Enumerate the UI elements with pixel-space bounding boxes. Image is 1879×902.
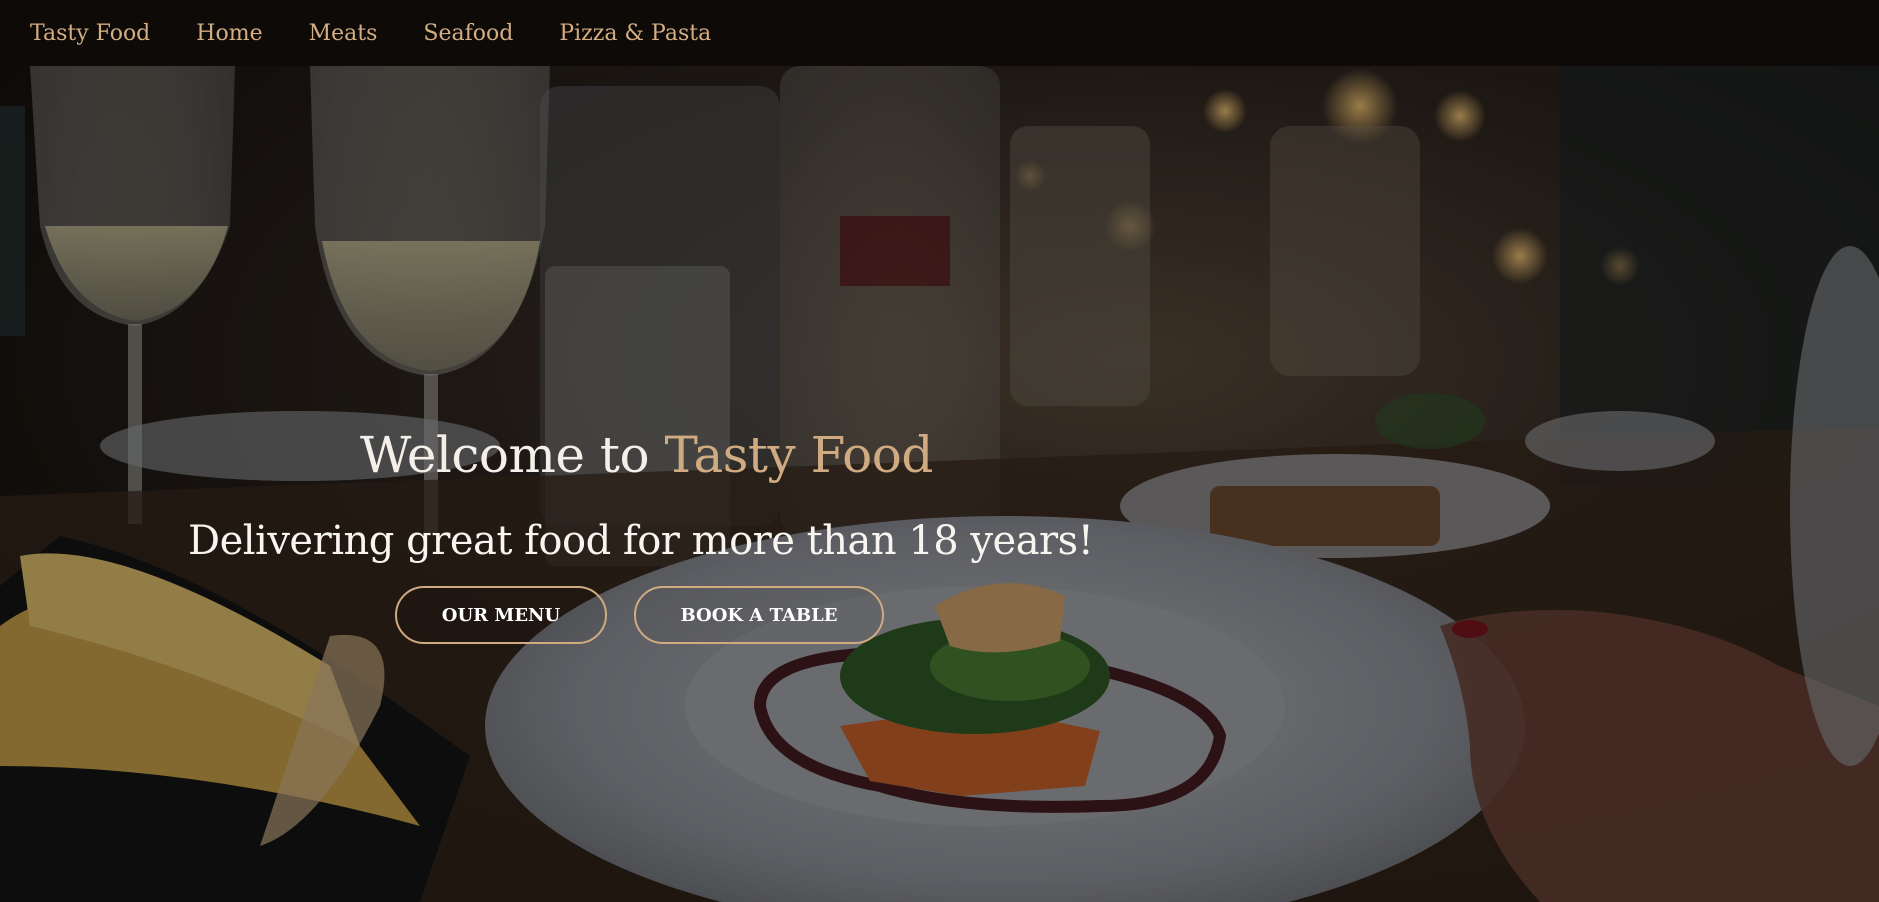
hero-subtitle: Delivering great food for more than 18 y…	[188, 518, 1094, 564]
hero-title-prefix: Welcome to	[360, 426, 665, 484]
hero-title: Welcome to Tasty Food	[360, 426, 933, 484]
hero-dark-overlay	[0, 66, 1879, 902]
our-menu-button[interactable]: OUR MENU	[395, 586, 607, 644]
hero-section: Welcome to Tasty Food Delivering great f…	[0, 66, 1879, 902]
book-table-button[interactable]: BOOK A TABLE	[634, 586, 884, 644]
nav-pizza-pasta[interactable]: Pizza & Pasta	[559, 21, 711, 46]
nav-seafood[interactable]: Seafood	[423, 21, 513, 46]
nav-home[interactable]: Home	[196, 21, 262, 46]
hero-title-accent: Tasty Food	[664, 426, 934, 484]
brand-link[interactable]: Tasty Food	[30, 21, 150, 46]
nav-meats[interactable]: Meats	[309, 21, 378, 46]
top-navbar: Tasty Food Home Meats Seafood Pizza & Pa…	[0, 0, 1879, 66]
